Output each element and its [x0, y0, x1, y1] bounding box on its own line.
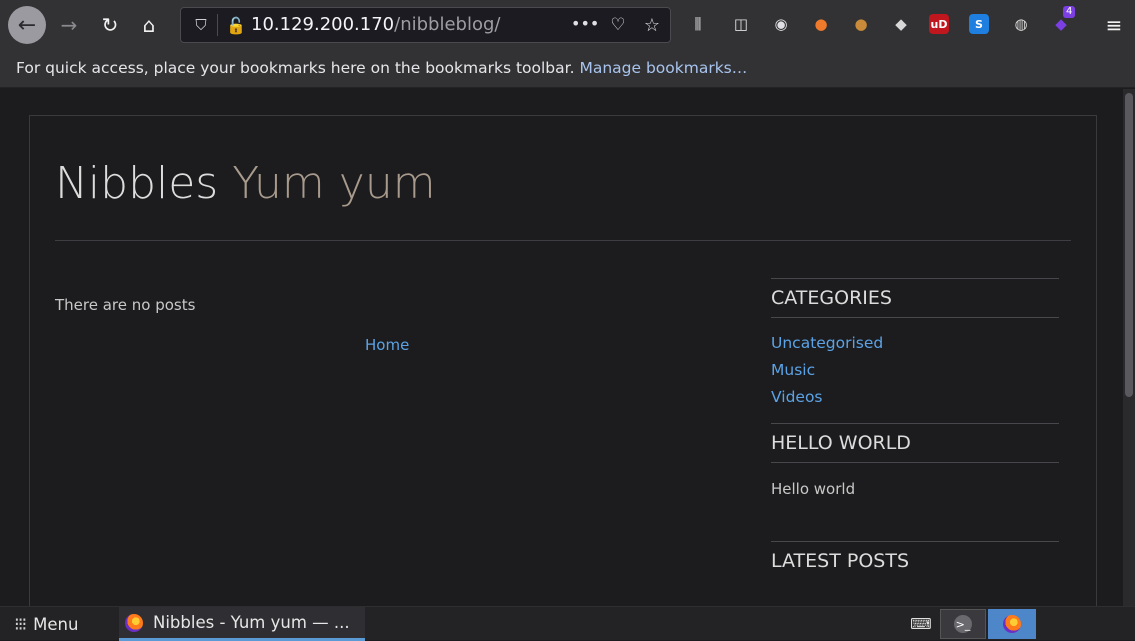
- url-bar[interactable]: ⛉ 🔓 10.129.200.170/nibbleblog/ ••• ♡ ☆: [180, 7, 671, 43]
- desktop-taskbar: ⁝⁝⁝ Menu Nibbles - Yum yum — ... ⌨ >_: [0, 606, 1135, 641]
- site-name: Nibbles: [55, 158, 219, 209]
- url-divider: [217, 14, 218, 36]
- workspace-terminal-button[interactable]: >_: [940, 609, 986, 639]
- pocket-icon[interactable]: ♡: [606, 12, 630, 38]
- reload-icon: ↻: [101, 13, 119, 37]
- back-button[interactable]: ←: [8, 6, 46, 44]
- url-host: 10.129.200.170: [251, 14, 395, 35]
- scrollbar-thumb[interactable]: [1125, 93, 1133, 397]
- reload-button[interactable]: ↻: [95, 7, 125, 43]
- browser-toolbar: ← → ↻ ⌂ ⛉ 🔓 10.129.200.170/nibbleblog/ •…: [0, 0, 1135, 50]
- firefox-icon: [125, 613, 143, 632]
- sidebar-icon[interactable]: ◫: [729, 12, 753, 36]
- foxyproxy-icon[interactable]: ◍: [1009, 12, 1033, 36]
- blog-container: Nibbles Yum yum There are no posts Home …: [29, 115, 1097, 606]
- category-music[interactable]: Music: [771, 357, 1059, 384]
- sidebar: CATEGORIES Uncategorised Music Videos HE…: [771, 278, 1059, 580]
- insecure-lock-icon[interactable]: 🔓: [225, 14, 247, 36]
- category-videos[interactable]: Videos: [771, 384, 1059, 411]
- forward-arrow-icon: →: [60, 13, 78, 37]
- home-button[interactable]: ⌂: [134, 7, 164, 43]
- forward-button[interactable]: →: [54, 7, 84, 43]
- hello-world-title: HELLO WORLD: [771, 432, 911, 454]
- url-text[interactable]: 10.129.200.170/nibbleblog/: [251, 14, 500, 36]
- firefox-icon: [1003, 615, 1021, 633]
- back-arrow-icon: ←: [17, 12, 37, 38]
- tracking-shield-icon[interactable]: ⛉: [191, 14, 211, 36]
- page-actions-icon[interactable]: •••: [571, 14, 599, 33]
- hello-world-text: Hello world: [771, 480, 856, 498]
- keyboard-layout-icon[interactable]: ⌨: [908, 609, 934, 639]
- ublock-icon[interactable]: uD: [929, 14, 949, 34]
- cookie-icon[interactable]: ●: [849, 12, 873, 36]
- url-path: /nibbleblog/: [394, 14, 501, 35]
- terminal-icon: >_: [954, 615, 972, 633]
- library-icon[interactable]: ⫼: [686, 12, 710, 36]
- workspace-firefox-button[interactable]: [988, 609, 1036, 639]
- header-divider: [55, 240, 1071, 241]
- start-menu-label: Menu: [33, 614, 79, 634]
- hackbar-icon[interactable]: ●: [809, 12, 833, 36]
- wappalyzer-icon[interactable]: ◆: [889, 12, 913, 36]
- categories-title: CATEGORIES: [771, 287, 892, 309]
- bookmarks-toolbar: For quick access, place your bookmarks h…: [0, 50, 1135, 88]
- extension-badge: 4: [1063, 6, 1076, 18]
- category-uncategorised[interactable]: Uncategorised: [771, 330, 1059, 357]
- no-posts-message: There are no posts: [55, 296, 196, 314]
- hamburger-menu-icon: ≡: [1105, 13, 1123, 37]
- bookmark-star-icon[interactable]: ☆: [640, 12, 664, 38]
- home-icon: ⌂: [142, 13, 156, 37]
- home-link[interactable]: Home: [365, 336, 409, 354]
- taskbar-window-title: Nibbles - Yum yum — ...: [153, 613, 350, 632]
- app-grid-icon: ⁝⁝⁝: [14, 613, 27, 635]
- latest-posts-title: LATEST POSTS: [771, 550, 910, 572]
- manage-bookmarks-link[interactable]: Manage bookmarks…: [579, 59, 747, 77]
- site-title[interactable]: Nibbles Yum yum: [55, 156, 436, 212]
- start-menu-button[interactable]: ⁝⁝⁝ Menu: [14, 611, 78, 637]
- page-scrollbar[interactable]: [1123, 89, 1135, 606]
- account-icon[interactable]: ◉: [769, 12, 793, 36]
- s-extension-icon[interactable]: S: [969, 14, 989, 34]
- bookmarks-message: For quick access, place your bookmarks h…: [16, 59, 575, 77]
- bookmarks-empty-message: For quick access, place your bookmarks h…: [16, 59, 747, 77]
- hamburger-menu-button[interactable]: ≡: [1100, 7, 1128, 43]
- site-slogan: Yum yum: [232, 158, 436, 209]
- page-viewport: Nibbles Yum yum There are no posts Home …: [0, 89, 1135, 606]
- taskbar-firefox-window[interactable]: Nibbles - Yum yum — ...: [119, 607, 365, 641]
